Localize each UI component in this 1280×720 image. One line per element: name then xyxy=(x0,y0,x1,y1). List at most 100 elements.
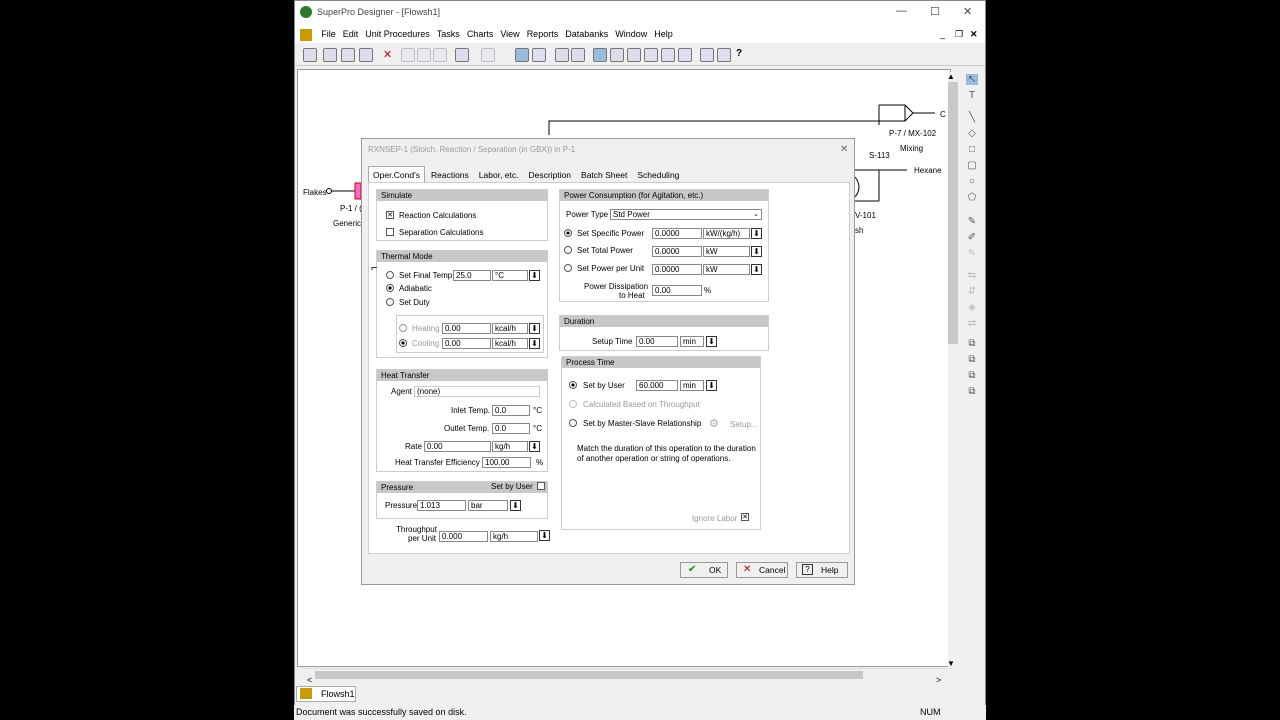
tool-5-icon[interactable] xyxy=(627,48,641,62)
separation-calc-checkbox[interactable] xyxy=(386,228,394,236)
menu-charts[interactable]: Charts xyxy=(467,25,494,43)
rate-unit[interactable]: kg/h xyxy=(492,441,528,452)
outlet-temp-input[interactable]: 0.0 xyxy=(492,423,530,434)
undo-icon[interactable] xyxy=(455,48,469,62)
pressure-unit-dropdown[interactable]: ⬇ xyxy=(510,500,521,511)
rate-unit-dropdown[interactable]: ⬇ xyxy=(529,441,540,452)
process-by-user-radio[interactable] xyxy=(569,381,577,389)
tab-batch-sheet[interactable]: Batch Sheet xyxy=(577,167,631,183)
menu-file[interactable]: File xyxy=(321,25,336,43)
heating-unit[interactable]: kcal/h xyxy=(492,323,528,334)
minimize-button[interactable]: — xyxy=(896,5,907,17)
power-per-unit-radio[interactable] xyxy=(564,264,572,272)
select-icon[interactable] xyxy=(515,48,529,62)
menu-edit[interactable]: Edit xyxy=(343,25,359,43)
tab-labor[interactable]: Labor, etc. xyxy=(475,167,523,183)
total-power-unit[interactable]: kW xyxy=(703,246,750,257)
setup-time-input[interactable]: 0.00 xyxy=(636,336,678,347)
line-tool-icon[interactable]: ╲ xyxy=(966,112,978,123)
maximize-button[interactable]: ☐ xyxy=(930,5,940,18)
cooling-input[interactable]: 0.00 xyxy=(442,338,491,349)
tool-3-icon[interactable] xyxy=(593,48,607,62)
heating-unit-dropdown[interactable]: ⬇ xyxy=(529,323,540,334)
final-temp-input[interactable]: 25.0 xyxy=(453,270,491,281)
scroll-left-icon[interactable]: < xyxy=(307,675,312,685)
vertical-scroll-thumb[interactable] xyxy=(948,82,958,344)
specific-power-unit-dropdown[interactable]: ⬇ xyxy=(751,228,762,239)
specific-power-unit[interactable]: kW/(kg/h) xyxy=(703,228,750,239)
agent-select[interactable]: (none) xyxy=(414,386,540,397)
help-icon[interactable]: ? xyxy=(736,48,742,59)
process-master-slave-radio[interactable] xyxy=(569,419,577,427)
mdi-close-icon[interactable]: ✕ xyxy=(970,25,978,43)
vertical-scrollbar[interactable] xyxy=(948,72,958,668)
fill-tool-icon[interactable]: ✎ xyxy=(966,216,978,227)
text-tool-icon[interactable]: T xyxy=(966,90,978,101)
cooling-unit[interactable]: kcal/h xyxy=(492,338,528,349)
delete-icon[interactable]: ✕ xyxy=(383,48,392,61)
group-tool-icon[interactable]: ⧉ xyxy=(966,338,978,349)
horizontal-scrollbar[interactable] xyxy=(303,668,953,681)
final-temp-unit-dropdown[interactable]: ⬇ xyxy=(529,270,540,281)
new-icon[interactable] xyxy=(303,48,317,62)
tab-oper-conds[interactable]: Oper.Cond's xyxy=(368,166,425,183)
dialog-close-icon[interactable]: ✕ xyxy=(840,144,848,155)
ignore-labor-checkbox[interactable]: ✕ xyxy=(741,513,749,521)
tab-description[interactable]: Description xyxy=(525,167,576,183)
power-per-unit-unit-dropdown[interactable]: ⬇ xyxy=(751,264,762,275)
power-per-unit-input[interactable]: 0.0000 xyxy=(652,264,702,275)
tool-4-icon[interactable] xyxy=(610,48,624,62)
tool-8-icon[interactable] xyxy=(678,48,692,62)
dissipation-input[interactable]: 0.00 xyxy=(652,285,702,296)
mdi-restore-icon[interactable]: ❐ xyxy=(955,25,963,43)
rectangle-tool-icon[interactable]: □ xyxy=(966,144,978,155)
total-power-unit-dropdown[interactable]: ⬇ xyxy=(751,246,762,257)
total-power-radio[interactable] xyxy=(564,246,572,254)
color-tool-icon[interactable]: ✐ xyxy=(966,232,978,243)
menu-reports[interactable]: Reports xyxy=(527,25,559,43)
setup-time-unit[interactable]: min xyxy=(680,336,704,347)
final-temp-unit[interactable]: °C xyxy=(492,270,528,281)
process-throughput-radio[interactable] xyxy=(569,400,577,408)
set-by-user-checkbox[interactable] xyxy=(537,482,545,490)
throughput-unit[interactable]: kg/h xyxy=(490,531,538,542)
save-icon[interactable] xyxy=(341,48,355,62)
specific-power-radio[interactable] xyxy=(564,229,572,237)
horizontal-scroll-thumb[interactable] xyxy=(315,671,863,679)
scroll-down-icon[interactable]: ▼ xyxy=(947,659,955,668)
menu-view[interactable]: View xyxy=(500,25,519,43)
scroll-right-icon[interactable]: > xyxy=(936,675,941,685)
throughput-input[interactable]: 0.000 xyxy=(439,531,488,542)
pressure-unit[interactable]: bar xyxy=(468,500,508,511)
final-temp-radio[interactable] xyxy=(386,271,394,279)
cancel-button[interactable]: ✕ Cancel xyxy=(736,562,788,578)
pointer-icon[interactable]: ↖ xyxy=(966,74,978,85)
heating-radio[interactable] xyxy=(399,324,407,332)
setup-time-unit-dropdown[interactable]: ⬇ xyxy=(706,336,717,347)
tool-7-icon[interactable] xyxy=(661,48,675,62)
rate-input[interactable]: 0.00 xyxy=(424,441,491,452)
set-duty-radio[interactable] xyxy=(386,298,394,306)
help-pointer-icon[interactable] xyxy=(717,48,731,62)
close-button[interactable]: ✕ xyxy=(963,5,972,18)
ok-button[interactable]: ✔ OK xyxy=(680,562,728,578)
inlet-temp-input[interactable]: 0.0 xyxy=(492,405,530,416)
process-time-input[interactable]: 60.000 xyxy=(636,380,678,391)
specific-power-input[interactable]: 0.0000 xyxy=(652,228,702,239)
power-type-select[interactable]: Std Power xyxy=(610,209,762,220)
heating-input[interactable]: 0.00 xyxy=(442,323,491,334)
menu-unit-procedures[interactable]: Unit Procedures xyxy=(365,25,430,43)
adiabatic-radio[interactable] xyxy=(386,284,394,292)
setup-button[interactable]: Setup... xyxy=(730,420,758,429)
connect-icon[interactable] xyxy=(532,48,546,62)
front-tool-icon[interactable]: ⧉ xyxy=(966,370,978,381)
print-icon[interactable] xyxy=(700,48,714,62)
process-time-unit[interactable]: min xyxy=(680,380,704,391)
polygon-tool-icon[interactable]: ⬠ xyxy=(966,192,978,203)
menu-tasks[interactable]: Tasks xyxy=(437,25,460,43)
menu-window[interactable]: Window xyxy=(615,25,647,43)
scroll-up-icon[interactable]: ▲ xyxy=(947,72,955,81)
menu-help[interactable]: Help xyxy=(654,25,673,43)
polyline-tool-icon[interactable]: ◇ xyxy=(966,128,978,139)
ellipse-tool-icon[interactable]: ○ xyxy=(966,176,978,187)
